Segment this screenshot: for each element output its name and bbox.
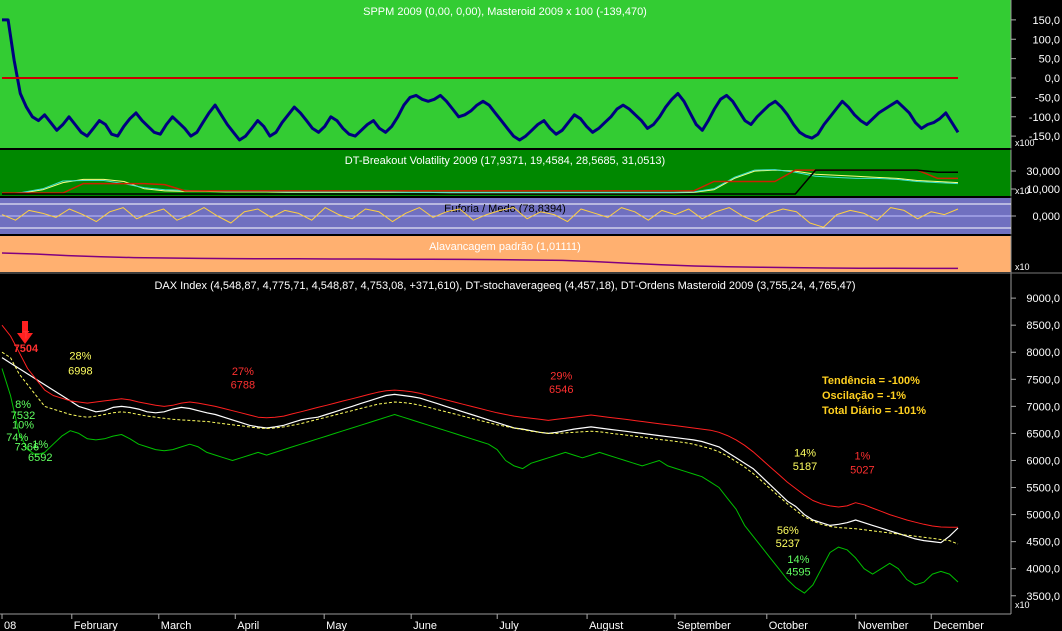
- oscillation-summary: Oscilação = -1%: [822, 390, 906, 402]
- signal-annotation-label: 28%: [69, 350, 91, 362]
- signal-annotation-label: 7504: [14, 343, 39, 355]
- month-tick-label: August: [589, 620, 623, 631]
- signal-annotation-label: 6788: [231, 379, 255, 391]
- month-tick-label: June: [413, 620, 437, 631]
- signal-annotation-label: 5187: [793, 461, 817, 473]
- signal-annotation-label: 14%: [787, 554, 809, 566]
- dax-chart-canvas[interactable]: SPPM 2009 (0,00, 0,00), Masteroid 2009 x…: [0, 0, 1062, 631]
- month-tick-label: September: [677, 620, 731, 631]
- sppm-y-tick-label: -100,0: [1029, 112, 1060, 124]
- price-title: DAX Index (4,548,87, 4,775,71, 4,548,87,…: [154, 280, 855, 292]
- price-y-tick-label: 6500,0: [1026, 428, 1060, 440]
- signal-annotation-label: 27%: [232, 366, 254, 378]
- signal-annotation-label: 6592: [28, 452, 52, 464]
- price-y-tick-label: 7500,0: [1026, 374, 1060, 386]
- price-y-tick-label: 5000,0: [1026, 510, 1060, 522]
- signal-annotation-label: 4595: [786, 567, 810, 579]
- price-y-tick-label: 4000,0: [1026, 564, 1060, 576]
- trend-summary: Tendência = -100%: [822, 375, 920, 387]
- month-tick-label: April: [237, 620, 259, 631]
- sppm-y-tick-label: 50,0: [1039, 54, 1060, 66]
- breakout-y-tick-label: 10,000: [1026, 184, 1060, 196]
- month-tick-label: February: [74, 620, 119, 631]
- sppm-y-tick-label: -150,0: [1029, 131, 1060, 143]
- price-y-tick-label: 5500,0: [1026, 483, 1060, 495]
- price-y-tick-label: 9000,0: [1026, 293, 1060, 305]
- signal-annotation-label: 29%: [550, 370, 572, 382]
- breakout-y-tick-label: 30,000: [1026, 166, 1060, 178]
- month-tick-label: December: [933, 620, 984, 631]
- chart-workspace: SPPM 2009 (0,00, 0,00), Masteroid 2009 x…: [0, 0, 1062, 631]
- price-y-tick-label: 6000,0: [1026, 455, 1060, 467]
- signal-annotation-label: 14%: [794, 448, 816, 460]
- signal-annotation-label: T: [23, 330, 30, 342]
- signal-annotation-label: 6546: [549, 384, 573, 396]
- month-tick-label: March: [161, 620, 192, 631]
- price-y-tick-label: 8500,0: [1026, 320, 1060, 332]
- alavancagem-scale-label: x10: [1015, 262, 1030, 272]
- signal-annotation-label: 10%: [12, 420, 34, 432]
- signal-annotation-label: 56%: [777, 525, 799, 537]
- sppm-y-tick-label: 100,0: [1032, 34, 1060, 46]
- price-y-tick-label: 7000,0: [1026, 401, 1060, 413]
- price-y-tick-label: 8000,0: [1026, 347, 1060, 359]
- euforia-y-tick-label: 0,000: [1032, 211, 1060, 223]
- signal-annotation-label: 6998: [68, 365, 92, 377]
- daily-total-summary: Total Diário = -101%: [822, 405, 926, 417]
- month-tick-label: May: [326, 620, 347, 631]
- month-tick-label: 08: [4, 620, 16, 631]
- breakout-title: DT-Breakout Volatility 2009 (17,9371, 19…: [345, 155, 665, 167]
- signal-annotation-label: 1%: [854, 450, 870, 462]
- month-tick-label: July: [499, 620, 519, 631]
- month-tick-label: October: [769, 620, 808, 631]
- alavancagem-title: Alavancagem padrão (1,01111): [429, 241, 581, 253]
- month-tick-label: November: [858, 620, 909, 631]
- sppm-y-tick-label: -50,0: [1035, 92, 1060, 104]
- price-y-tick-label: 4500,0: [1026, 537, 1060, 549]
- sppm-y-tick-label: 0,0: [1045, 73, 1060, 85]
- price-y-tick-label: 3500,0: [1026, 591, 1060, 603]
- sppm-title: SPPM 2009 (0,00, 0,00), Masteroid 2009 x…: [363, 6, 647, 18]
- sppm-y-tick-label: 150,0: [1032, 15, 1060, 27]
- signal-annotation-label: 5027: [850, 464, 874, 476]
- signal-annotation-label: 5237: [776, 538, 800, 550]
